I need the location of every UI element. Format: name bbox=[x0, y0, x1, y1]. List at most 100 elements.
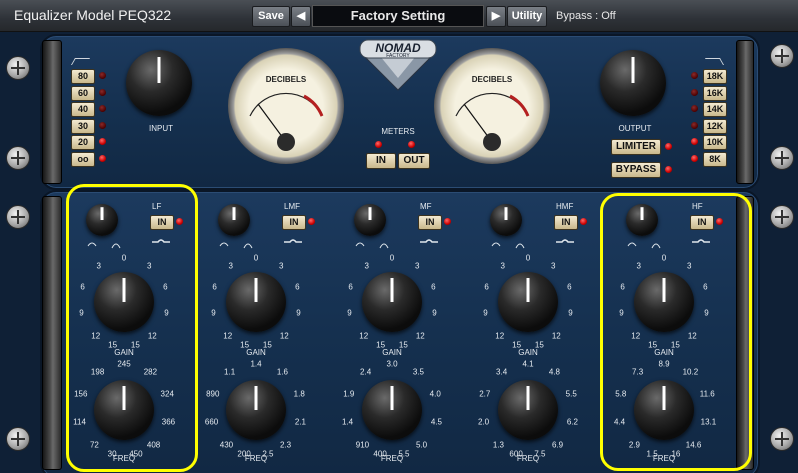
prev-preset-button[interactable]: ◀ bbox=[291, 6, 311, 27]
preset-display[interactable]: Factory Setting bbox=[312, 5, 484, 27]
filter-shape-icon bbox=[418, 234, 440, 244]
meter-in-led bbox=[375, 141, 382, 148]
next-preset-button[interactable]: ▶ bbox=[486, 6, 506, 27]
gain-knob[interactable] bbox=[498, 272, 558, 332]
output-level-button[interactable]: 18K bbox=[703, 69, 727, 84]
gain-knob[interactable] bbox=[226, 272, 286, 332]
gain-tick-label: 3 bbox=[500, 261, 505, 271]
output-level-led bbox=[691, 105, 698, 112]
output-level-button[interactable]: 10K bbox=[703, 135, 727, 150]
gain-tick-label: 3 bbox=[415, 261, 420, 271]
right-rack-rail-top bbox=[736, 40, 754, 184]
freq-tick-label: 2.4 bbox=[360, 367, 372, 377]
freq-tick-label: 660 bbox=[204, 417, 219, 427]
gain-tick-label: 0 bbox=[253, 253, 259, 263]
freq-tick-label: 910 bbox=[355, 440, 370, 450]
bypass-button[interactable]: BYPASS bbox=[611, 162, 661, 178]
utility-button[interactable]: Utility bbox=[507, 6, 547, 27]
q-knob[interactable] bbox=[354, 204, 386, 236]
app-title: Equalizer Model PEQ322 bbox=[14, 7, 172, 23]
input-level-led bbox=[99, 72, 106, 79]
freq-tick-label: 1.3 bbox=[492, 440, 504, 450]
limiter-button[interactable]: LIMITER bbox=[611, 139, 661, 155]
output-vu-meter: DECIBELS bbox=[434, 48, 550, 164]
bypass-status: Bypass : Off bbox=[556, 10, 616, 22]
gain-tick-label: 9 bbox=[347, 308, 352, 318]
q-knob[interactable] bbox=[218, 204, 250, 236]
output-level-led bbox=[691, 72, 698, 79]
high-cut-icon bbox=[704, 58, 725, 65]
highlight-lf-band bbox=[66, 184, 198, 472]
output-label: OUTPUT bbox=[618, 124, 652, 133]
left-rack-rail-top bbox=[42, 40, 62, 184]
output-level-led bbox=[691, 88, 698, 96]
freq-tick-label: 2.0 bbox=[478, 417, 490, 427]
input-level-button[interactable]: 60 bbox=[71, 85, 95, 101]
q-knob[interactable] bbox=[490, 204, 522, 236]
input-level-led bbox=[99, 105, 106, 112]
freq-knob[interactable] bbox=[226, 380, 286, 440]
freq-tick-label: 6.2 bbox=[566, 417, 578, 427]
output-level-led bbox=[691, 154, 698, 162]
gain-tick-label: 6 bbox=[484, 282, 489, 292]
gain-knob[interactable] bbox=[362, 272, 422, 332]
output-level-button[interactable]: 16K bbox=[703, 85, 727, 101]
save-button[interactable]: Save bbox=[252, 6, 290, 27]
input-level-button[interactable]: 20 bbox=[71, 135, 95, 150]
gain-tick-label: 9 bbox=[211, 308, 216, 318]
gain-tick-label: 9 bbox=[432, 308, 437, 318]
meters-label: METERS bbox=[381, 127, 415, 136]
title-bar: Equalizer Model PEQ322 Save ◀ Factory Se… bbox=[0, 0, 798, 32]
freq-tick-label: 1.4 bbox=[250, 359, 262, 369]
gain-tick-label: 3 bbox=[551, 261, 556, 271]
freq-knob[interactable] bbox=[362, 380, 422, 440]
output-level-button[interactable]: 12K bbox=[703, 118, 727, 134]
band-in-button[interactable]: IN bbox=[282, 215, 306, 230]
freq-tick-label: 3.4 bbox=[496, 367, 508, 377]
freq-tick-label: 3.0 bbox=[386, 359, 398, 369]
band-in-button[interactable]: IN bbox=[554, 215, 578, 230]
gain-tick-label: 9 bbox=[483, 308, 488, 318]
eq-band-mf: MF IN 0 3 3 6 6 9 9 12 12 15 15 GAIN 3.0 2.4 3.5 1.9 4.0 1.… bbox=[340, 196, 460, 466]
eq-band-lmf: LMF IN 0 3 3 6 6 9 9 12 12 15 15 GAIN 1.4 1.1 1.6 890 1.8 6… bbox=[204, 196, 324, 466]
freq-tick-label: 1.8 bbox=[293, 389, 305, 399]
gain-tick-label: 12 bbox=[359, 331, 369, 341]
freq-tick-label: 4.0 bbox=[429, 389, 441, 399]
input-level-button[interactable]: oo bbox=[71, 151, 95, 167]
band-in-led bbox=[444, 218, 451, 225]
freq-tick-label: 2.3 bbox=[280, 440, 292, 450]
output-level-button[interactable]: 14K bbox=[703, 102, 727, 117]
gain-tick-label: 0 bbox=[525, 253, 531, 263]
input-level-button[interactable]: 80 bbox=[71, 69, 95, 84]
bandwidth-icon bbox=[490, 240, 530, 252]
input-level-button[interactable]: 30 bbox=[71, 118, 95, 134]
freq-tick-label: 1.9 bbox=[343, 389, 355, 399]
gain-tick-label: 12 bbox=[223, 331, 233, 341]
output-level-button[interactable]: 8K bbox=[703, 151, 727, 167]
gain-tick-label: 12 bbox=[415, 331, 425, 341]
gain-tick-label: 12 bbox=[551, 331, 561, 341]
band-in-led bbox=[308, 218, 315, 225]
output-level-led bbox=[691, 138, 698, 145]
meters-out-button[interactable]: OUT bbox=[398, 153, 430, 169]
input-level-led bbox=[99, 154, 106, 162]
gain-tick-label: 9 bbox=[296, 308, 301, 318]
input-knob[interactable] bbox=[126, 50, 192, 116]
logo-subtext: FACTORY bbox=[386, 53, 410, 59]
freq-knob[interactable] bbox=[498, 380, 558, 440]
filter-shape-icon bbox=[554, 234, 576, 244]
nomad-logo: NOMAD FACTORY bbox=[356, 38, 440, 92]
input-level-led bbox=[99, 88, 106, 96]
bandwidth-icon bbox=[218, 240, 258, 252]
band-name: MF bbox=[420, 202, 432, 211]
gain-tick-label: 12 bbox=[495, 331, 505, 341]
meters-in-button[interactable]: IN bbox=[366, 153, 396, 169]
bandwidth-icon bbox=[354, 240, 394, 252]
output-knob[interactable] bbox=[600, 50, 666, 116]
screw-icon bbox=[770, 44, 794, 68]
input-level-button[interactable]: 40 bbox=[71, 102, 95, 117]
screw-icon bbox=[770, 205, 794, 229]
screw-icon bbox=[6, 427, 30, 451]
gain-tick-label: 6 bbox=[295, 282, 300, 292]
band-in-button[interactable]: IN bbox=[418, 215, 442, 230]
